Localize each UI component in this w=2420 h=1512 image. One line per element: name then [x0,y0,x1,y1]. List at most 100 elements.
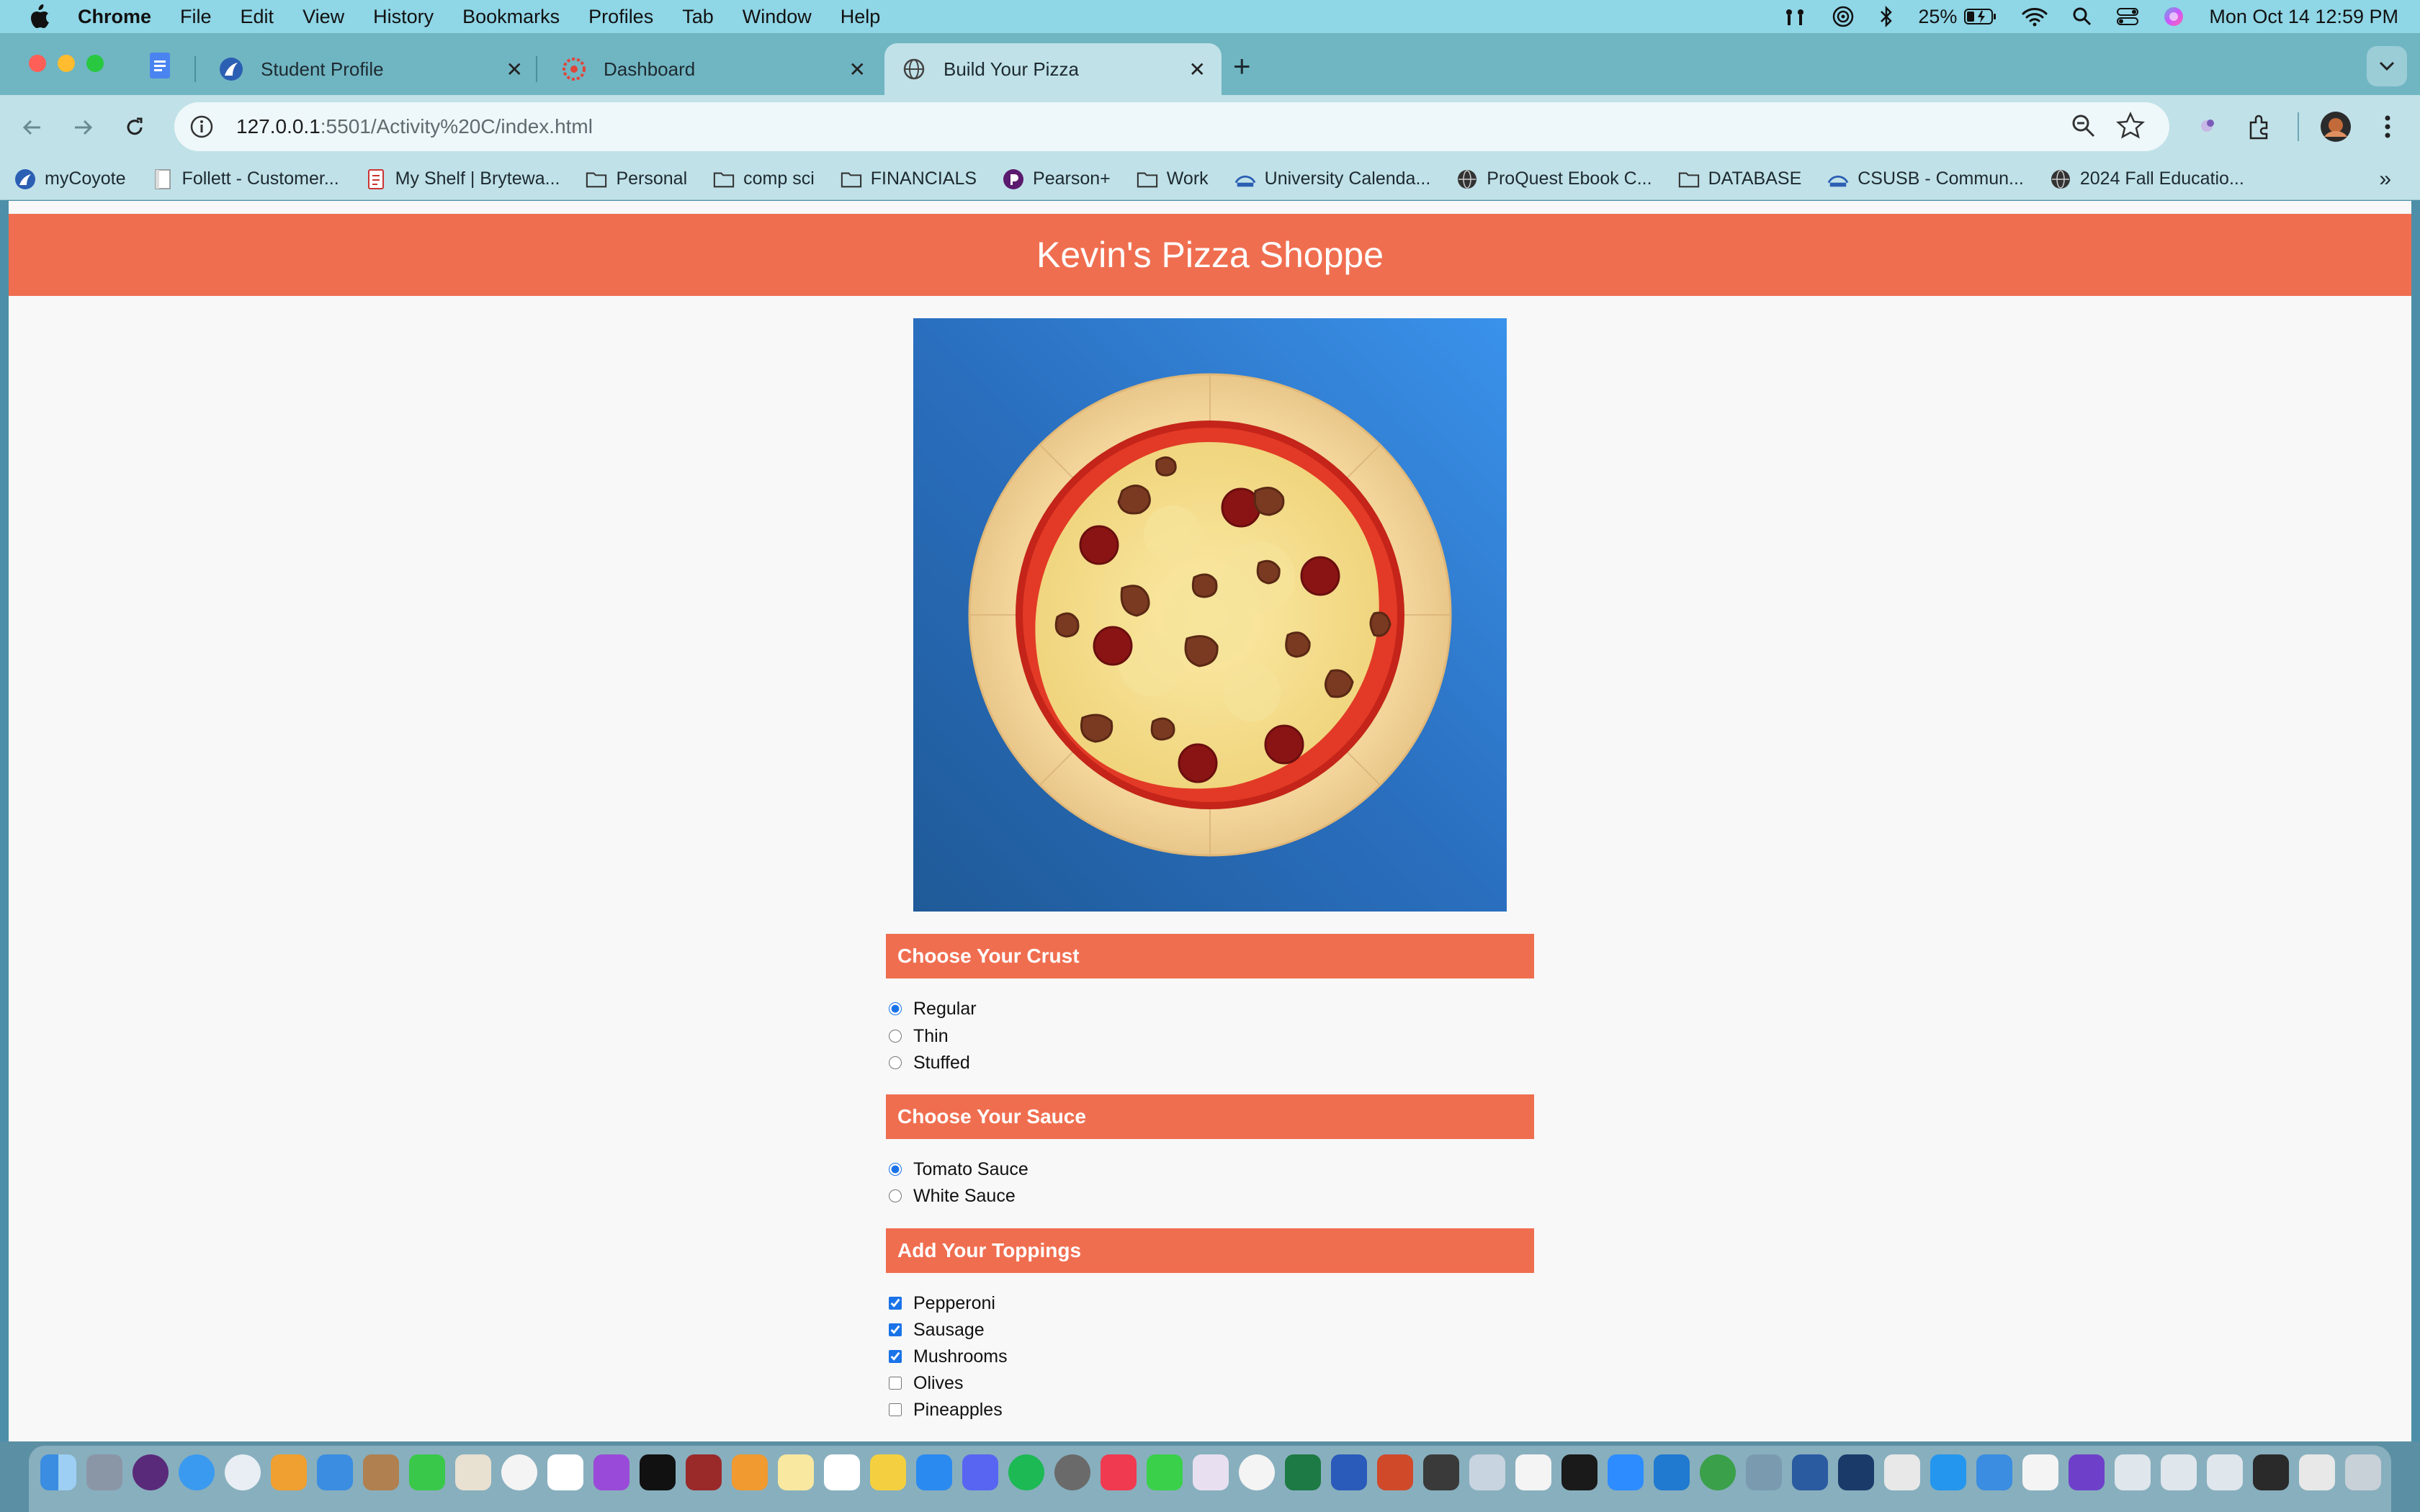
topping-checkbox-pepperoni[interactable] [889,1297,902,1310]
topping-checkbox-olives[interactable] [889,1377,902,1390]
recent-document-icon[interactable] [2207,1454,2243,1490]
bookmark-folder-financials[interactable]: FINANCIALS [841,168,977,190]
crust-option-stuffed[interactable]: Stuffed [889,1050,970,1076]
pages-icon[interactable] [271,1454,307,1490]
recent-document-icon[interactable] [2115,1454,2151,1490]
calculator-icon[interactable] [1423,1454,1459,1490]
bookmark-pearson[interactable]: Pearson+ [1003,168,1111,190]
bookmark-2024-fall[interactable]: 2024 Fall Educatio... [2050,168,2244,190]
preview-icon[interactable] [1469,1454,1505,1490]
zoom-icon[interactable] [2070,112,2097,143]
extension-pin-icon[interactable] [2190,108,2226,145]
music-icon[interactable] [1101,1454,1137,1490]
minimize-window-button[interactable] [58,55,75,72]
topping-checkbox-pineapples[interactable] [889,1403,902,1416]
menu-tab[interactable]: Tab [682,6,714,28]
bookmark-folder-database[interactable]: DATABASE [1678,168,1801,190]
menubar-clock[interactable]: Mon Oct 14 12:59 PM [2209,6,2398,28]
menu-help[interactable]: Help [841,6,881,28]
bookmark-folder-comp-sci[interactable]: comp sci [713,168,815,190]
control-center-icon[interactable] [2117,7,2139,26]
chrome-icon[interactable] [1239,1454,1275,1490]
tab-dashboard[interactable]: Dashboard ✕ [544,43,882,95]
photos-icon[interactable] [501,1454,537,1490]
diagram-app-icon[interactable] [2022,1454,2058,1490]
terminal-icon[interactable] [1561,1454,1597,1490]
address-bar[interactable]: 127.0.0.1:5501/Activity%20C/index.html [174,102,2169,151]
tab-build-your-pizza[interactable]: Build Your Pizza ✕ [884,43,1222,95]
powerpoint-icon[interactable] [1377,1454,1413,1490]
bookmark-csusb-community[interactable]: CSUSB - Commun... [1827,168,2024,190]
launchpad-icon[interactable] [86,1454,122,1490]
topping-option-pepperoni[interactable]: Pepperoni [889,1290,995,1316]
zoom-window-button[interactable] [86,55,104,72]
close-tab-icon[interactable]: ✕ [506,58,523,81]
virtualbox-icon[interactable] [1746,1454,1782,1490]
new-tab-button[interactable]: + [1233,51,1251,81]
quicktime-icon[interactable] [225,1454,261,1490]
mysql-workbench-icon[interactable] [1838,1454,1874,1490]
pinned-tab-docs[interactable] [141,49,179,82]
chrome-menu-icon[interactable] [2370,108,2406,145]
calendar-icon[interactable] [547,1454,583,1490]
recent-document-icon[interactable] [2299,1454,2335,1490]
bookmark-follett[interactable]: Follett - Customer... [152,168,339,190]
activity-ring-icon[interactable] [1700,1454,1736,1490]
script-editor-icon[interactable] [1884,1454,1920,1490]
apple-tv-icon[interactable] [640,1454,676,1490]
crust-option-thin[interactable]: Thin [889,1023,949,1049]
menu-file[interactable]: File [180,6,212,28]
wifi-icon[interactable] [2022,6,2048,27]
discord-icon[interactable] [962,1454,998,1490]
apple-menu-icon[interactable] [26,3,53,30]
topping-option-pineapples[interactable]: Pineapples [889,1397,1003,1423]
reminders-icon[interactable] [824,1454,860,1490]
menu-edit[interactable]: Edit [241,6,274,28]
url-text[interactable]: 127.0.0.1:5501/Activity%20C/index.html [236,115,593,138]
fin-app-icon[interactable] [1792,1454,1828,1490]
maps-icon[interactable] [455,1454,491,1490]
bluetooth-icon[interactable] [1879,6,1894,27]
bookmark-folder-personal[interactable]: Personal [586,168,687,190]
dictionary-icon[interactable] [686,1454,722,1490]
siri-icon[interactable] [2163,6,2184,27]
docker-desktop-icon[interactable] [1976,1454,2012,1490]
docker-icon[interactable] [1930,1454,1966,1490]
word-icon[interactable] [1331,1454,1367,1490]
crust-radio-stuffed[interactable] [889,1056,902,1069]
crust-radio-regular[interactable] [889,1002,902,1015]
sauce-option-white[interactable]: White Sauce [889,1183,1016,1209]
spotify-icon[interactable] [1008,1454,1044,1490]
topping-option-olives[interactable]: Olives [889,1370,963,1396]
close-window-button[interactable] [29,55,46,72]
vscode-icon[interactable] [1654,1454,1690,1490]
bookmark-university-calendar[interactable]: University Calenda... [1234,168,1430,190]
back-button[interactable] [14,109,50,145]
github-desktop-icon[interactable] [2069,1454,2105,1490]
antenna-icon[interactable] [1783,6,1807,27]
menu-profiles[interactable]: Profiles [588,6,653,28]
menu-window[interactable]: Window [743,6,812,28]
airdrop-icon[interactable] [1832,5,1855,28]
profile-avatar[interactable] [2316,108,2355,145]
stickies-icon[interactable] [870,1454,906,1490]
topping-option-mushrooms[interactable]: Mushrooms [889,1344,1008,1369]
reload-button[interactable] [117,109,153,145]
extensions-icon[interactable] [2240,108,2279,145]
menu-view[interactable]: View [302,6,344,28]
contacts-icon[interactable] [363,1454,399,1490]
spotlight-search-icon[interactable] [2072,6,2092,27]
safari-icon[interactable] [179,1454,215,1490]
facetime-icon[interactable] [409,1454,445,1490]
topping-option-sausage[interactable]: Sausage [889,1317,985,1343]
system-settings-icon[interactable] [1054,1454,1090,1490]
bookmark-folder-work[interactable]: Work [1137,168,1209,190]
sauce-radio-tomato[interactable] [889,1163,902,1176]
crust-option-regular[interactable]: Regular [889,996,977,1022]
tab-student-profile[interactable]: Student Profile ✕ [202,43,539,95]
close-tab-icon[interactable]: ✕ [849,58,866,81]
menu-bookmarks[interactable]: Bookmarks [462,6,560,28]
menu-app-name[interactable]: Chrome [78,6,151,28]
site-info-icon[interactable] [187,112,216,141]
bookmark-mycoyote[interactable]: myCoyote [14,168,126,190]
